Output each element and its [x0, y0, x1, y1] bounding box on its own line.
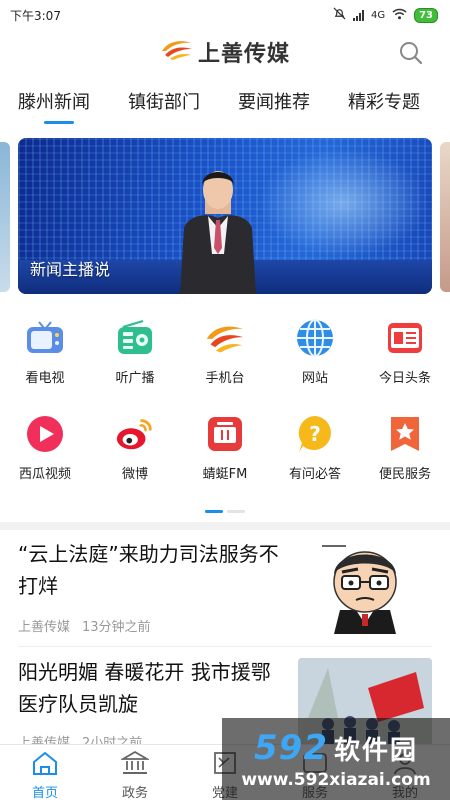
shortcut-label: 便民服务 [378, 467, 431, 482]
shortcut-label: 蜻蜓FM [202, 467, 248, 482]
shortcut-watch-tv[interactable]: 看电视 [0, 318, 90, 414]
shortcut-website[interactable]: 网站 [270, 318, 360, 414]
wifi-icon [392, 8, 407, 23]
shortcut-listen-radio[interactable]: 听广播 [90, 318, 180, 414]
xigua-video-icon [25, 414, 65, 454]
brand-name: 上善传媒 [197, 42, 290, 67]
banner-caption: 新闻主播说 [30, 260, 111, 279]
brand: 上善传媒 [160, 36, 290, 68]
shortcut-label: 今日头条 [378, 371, 431, 386]
nav-home[interactable]: 首页 [0, 745, 90, 800]
tab-label: 精彩专题 [348, 92, 420, 113]
tab-headline-recommend[interactable]: 要闻推荐 [238, 80, 310, 126]
watermark-name: 软件园 [333, 736, 418, 766]
shortcut-weibo[interactable]: 微博 [90, 414, 180, 510]
service-star-icon [385, 414, 425, 454]
nav-label: 首页 [31, 786, 58, 800]
tab-label: 镇街部门 [128, 92, 200, 113]
shortcut-qa[interactable]: ? 有问必答 [270, 414, 360, 510]
nav-label: 政务 [121, 786, 148, 800]
news-thumbnail [298, 538, 432, 634]
status-bar: 下午3:07 4G 73 [0, 0, 450, 30]
pager-dot [227, 510, 245, 513]
shortcut-label: 网站 [301, 371, 328, 386]
shortcut-qingting-fm[interactable]: 蜻蜓FM [180, 414, 270, 510]
watermark-number: 592 [254, 728, 328, 768]
news-item[interactable]: “云上法庭”来助力司法服务不打烊 上善传媒 13分钟之前 [0, 530, 450, 646]
banner-slide[interactable]: 新闻主播说 [18, 138, 432, 294]
watermark-url: www.592xiazai.com [241, 770, 431, 790]
shortcut-label: 西瓜视频 [18, 467, 71, 482]
status-time: 下午3:07 [10, 8, 61, 23]
search-icon[interactable] [398, 40, 424, 66]
news-time: 13分钟之前 [82, 620, 151, 635]
shortcut-pager [205, 510, 245, 513]
mute-icon [333, 7, 346, 23]
news-meta: 上善传媒 13分钟之前 [18, 616, 151, 635]
shortcut-mobile-station[interactable]: 手机台 [180, 318, 270, 414]
banner-peek-previous[interactable] [0, 142, 10, 292]
tab-label: 要闻推荐 [238, 92, 310, 113]
news-source: 上善传媒 [18, 620, 71, 635]
tab-label: 滕州新闻 [18, 92, 90, 113]
shortcut-label: 微博 [121, 467, 148, 482]
news-title: “云上法庭”来助力司法服务不打烊 [18, 542, 279, 598]
shortcut-xigua-video[interactable]: 西瓜视频 [0, 414, 90, 510]
banner-carousel[interactable]: 新闻主播说 [0, 138, 450, 294]
government-icon [119, 750, 151, 780]
news-title: 阳光明媚 春暖花开 我市援鄂医疗队员凯旋 [18, 660, 271, 716]
cartoon-judge-image [298, 538, 432, 634]
news-anchor-image [180, 171, 256, 294]
section-divider [0, 522, 450, 530]
weibo-icon [115, 414, 155, 454]
banner-peek-next[interactable] [440, 142, 450, 292]
news-separator [18, 646, 432, 647]
shortcut-toutiao[interactable]: 今日头条 [360, 318, 450, 414]
svg-text:?: ? [309, 422, 321, 446]
shortcut-convenience-service[interactable]: 便民服务 [360, 414, 450, 510]
battery-indicator: 73 [414, 7, 438, 23]
shortcut-label: 手机台 [205, 371, 245, 386]
radio-icon [115, 318, 155, 358]
signal-icon [352, 9, 364, 21]
status-icons: 4G 73 [333, 7, 438, 23]
site-watermark: 592 软件园 www.592xiazai.com [222, 718, 450, 800]
category-tabs: 滕州新闻 镇街部门 要闻推荐 精彩专题 [0, 80, 450, 126]
question-icon: ? [295, 414, 335, 454]
tv-icon [25, 318, 65, 358]
shortcut-grid: 看电视 听广播 手机台 网站 今日头条 西瓜视频 微博 蜻蜓FM ? 有问必答 … [0, 318, 450, 510]
signal-type: 4G [370, 9, 386, 21]
globe-icon [295, 318, 335, 358]
home-icon [31, 750, 59, 780]
shortcut-label: 有问必答 [288, 467, 341, 482]
tab-tengzhou-news[interactable]: 滕州新闻 [18, 80, 90, 126]
pager-dot-active [205, 510, 223, 513]
toutiao-icon [385, 318, 425, 358]
banner-map-glow [258, 148, 428, 258]
shortcut-label: 看电视 [25, 371, 65, 386]
qingting-fm-icon [205, 414, 245, 454]
nav-government[interactable]: 政务 [90, 745, 180, 800]
tab-special-topics[interactable]: 精彩专题 [348, 80, 420, 126]
brand-logo-icon [160, 37, 194, 67]
mobile-station-icon [205, 318, 245, 358]
tab-town-departments[interactable]: 镇街部门 [128, 80, 200, 126]
app-header: 上善传媒 [0, 30, 450, 74]
shortcut-label: 听广播 [115, 371, 155, 386]
